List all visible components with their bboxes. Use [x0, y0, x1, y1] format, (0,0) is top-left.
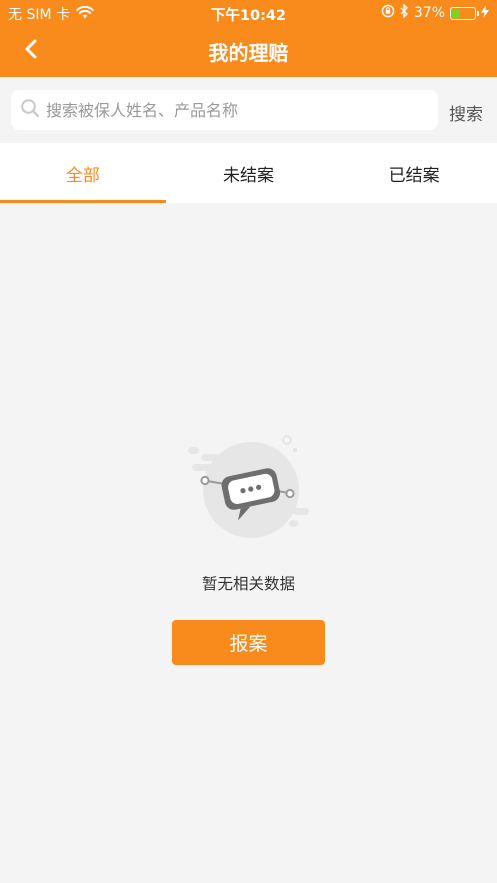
- report-claim-button[interactable]: 报案: [172, 620, 325, 665]
- header: 无 SIM 卡 下午10:42 37% 我的理赔: [0, 0, 497, 77]
- empty-state-message: 暂无相关数据: [201, 575, 295, 593]
- search-input[interactable]: [46, 100, 438, 120]
- battery-cap: [477, 10, 479, 16]
- empty-state-illustration: [185, 432, 315, 547]
- search-box[interactable]: [11, 90, 438, 130]
- tab-open[interactable]: 未结案: [166, 143, 332, 203]
- search-icon: [20, 98, 40, 122]
- search-button[interactable]: 搜索: [449, 100, 483, 125]
- battery-fill: [452, 8, 461, 18]
- status-right: 37%: [381, 3, 489, 22]
- tab-bar: 全部 未结案 已结案: [0, 143, 497, 203]
- battery-icon: [450, 6, 479, 20]
- status-bar: 无 SIM 卡 下午10:42 37%: [0, 0, 497, 26]
- charging-icon: [481, 4, 489, 22]
- battery-percent: 37%: [413, 5, 445, 21]
- search-row: 搜索: [0, 77, 497, 143]
- bluetooth-icon: [400, 3, 409, 22]
- orientation-lock-icon: [381, 4, 395, 22]
- tab-all[interactable]: 全部: [0, 143, 166, 203]
- tab-closed[interactable]: 已结案: [331, 143, 497, 203]
- nav-bar: 我的理赔: [0, 26, 497, 77]
- page-title: 我的理赔: [208, 41, 289, 65]
